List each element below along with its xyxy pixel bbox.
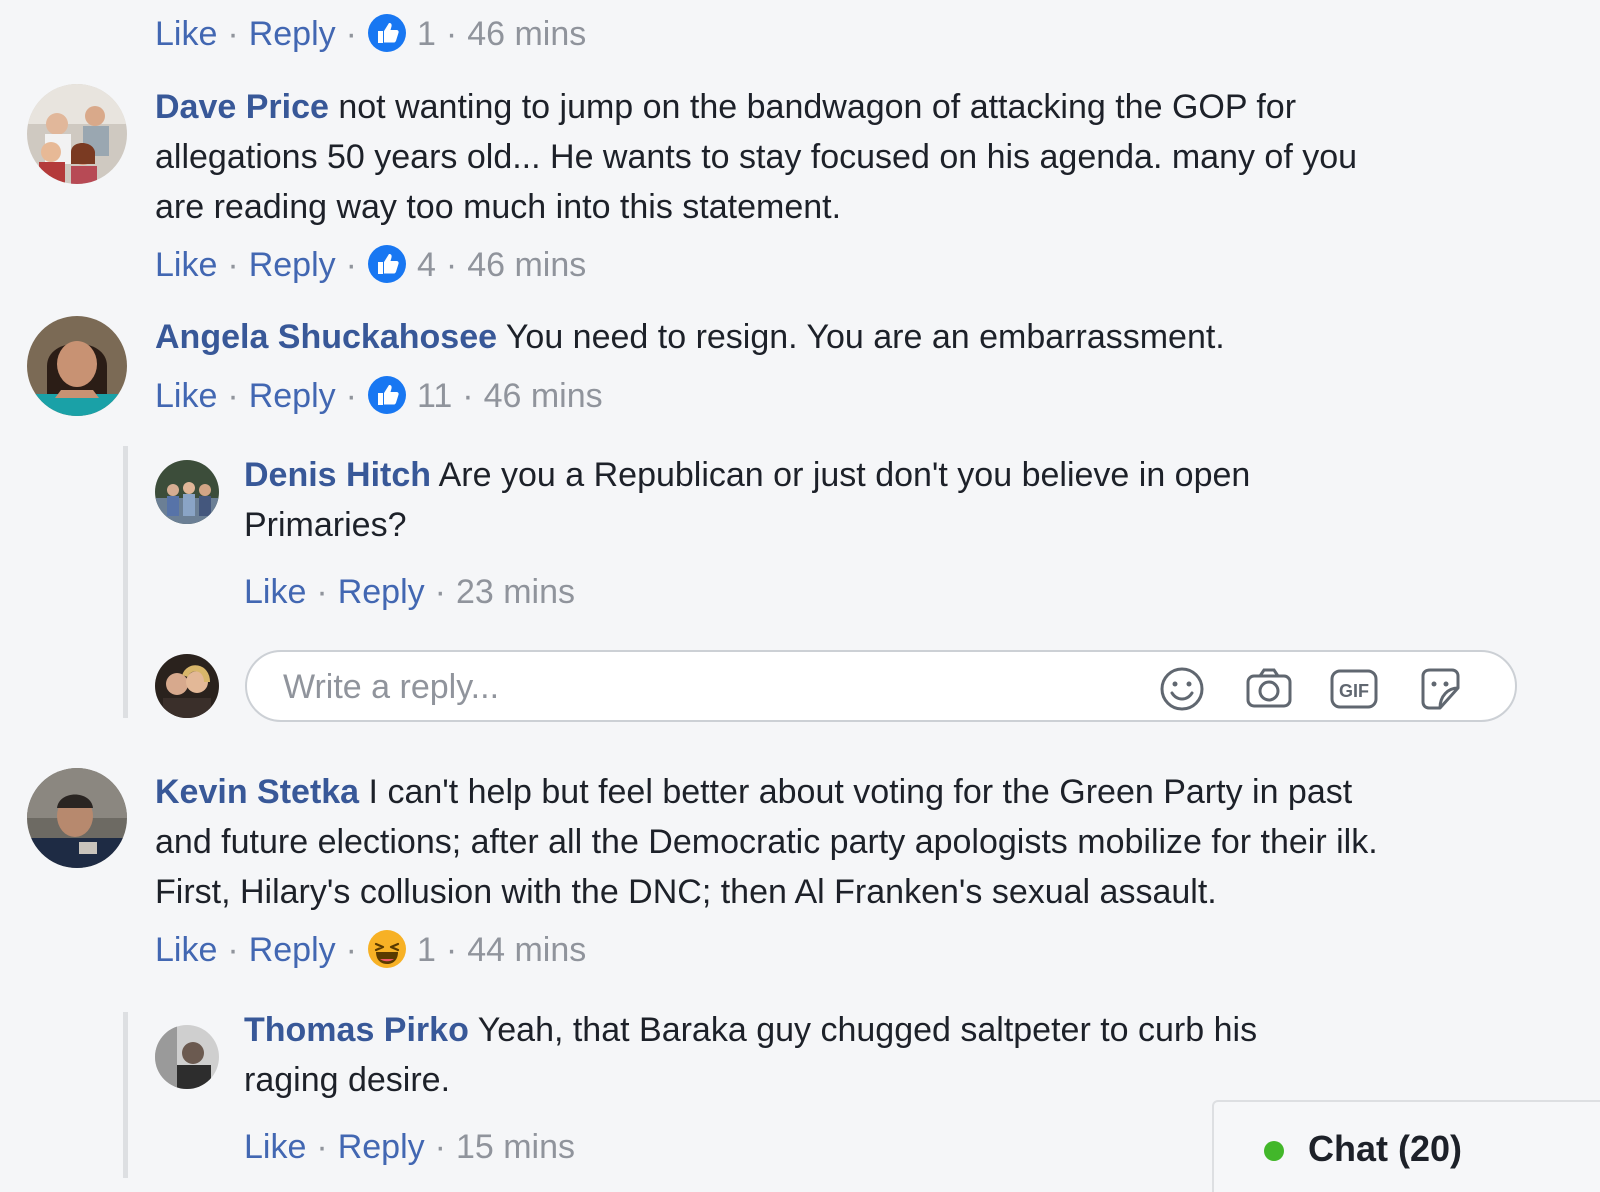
avatar[interactable]	[155, 460, 219, 524]
comment-time[interactable]: 23 mins	[456, 573, 575, 611]
comment-author[interactable]: Angela Shuckahosee	[155, 318, 497, 356]
comment-text-line: Kevin Stetka I can't help but feel bette…	[155, 767, 1352, 817]
like-link[interactable]: Like	[244, 573, 306, 611]
comment-time[interactable]: 46 mins	[484, 377, 603, 415]
like-link[interactable]: Like	[155, 377, 217, 415]
reaction-count: 11	[416, 377, 453, 415]
avatar[interactable]	[27, 316, 127, 416]
comment-author[interactable]: Kevin Stetka	[155, 773, 359, 811]
comment-actions: Like · Reply · 23 mins	[244, 573, 576, 611]
reply-link[interactable]: Reply	[249, 246, 336, 284]
comment-text: I can't help but feel better about votin…	[368, 773, 1353, 811]
like-link[interactable]: Like	[155, 246, 217, 284]
reply-link[interactable]: Reply	[249, 931, 336, 969]
gif-label: GIF	[1339, 681, 1369, 701]
comment-author[interactable]: Dave Price	[155, 88, 329, 126]
comment-text: Are you a Republican or just don't you b…	[438, 456, 1251, 494]
like-link[interactable]: Like	[155, 931, 217, 969]
comment-actions: Like · Reply · 1 · 46 mins	[155, 13, 587, 53]
chat-label: Chat (20)	[1308, 1128, 1463, 1169]
gif-icon[interactable]: GIF	[1329, 664, 1379, 714]
comment-time[interactable]: 15 mins	[456, 1128, 575, 1166]
comment-author[interactable]: Denis Hitch	[244, 456, 431, 494]
like-reaction-icon[interactable]	[367, 375, 407, 415]
comment-actions: Like · Reply · 15 mins	[244, 1128, 576, 1166]
reply-link[interactable]: Reply	[249, 15, 336, 53]
comment-text-line: are reading way too much into this state…	[155, 188, 842, 226]
comment-text: You need to resign. You are an embarrass…	[505, 318, 1225, 356]
comment-text-line: Angela Shuckahosee You need to resign. Y…	[155, 312, 1225, 362]
reaction-count: 1	[416, 15, 436, 53]
comment-author[interactable]: Thomas Pirko	[244, 1011, 469, 1049]
sticker-icon[interactable]	[1415, 664, 1465, 714]
haha-reaction-icon[interactable]	[367, 929, 407, 969]
like-link[interactable]: Like	[244, 1128, 306, 1166]
comment-text: Yeah, that Baraka guy chugged saltpeter …	[477, 1011, 1258, 1049]
like-reaction-icon[interactable]	[367, 244, 407, 284]
reaction-count: 4	[416, 246, 436, 284]
comment-time[interactable]: 46 mins	[467, 246, 586, 284]
avatar[interactable]	[27, 768, 127, 868]
chat-tab[interactable]: Chat (20)	[1212, 1100, 1600, 1192]
comment-text-line: Dave Price not wanting to jump on the ba…	[155, 82, 1296, 132]
reply-link[interactable]: Reply	[249, 377, 336, 415]
avatar[interactable]	[27, 84, 127, 184]
emoji-icon[interactable]	[1157, 664, 1207, 714]
comment-actions: Like · Reply · 11 · 46 mins	[155, 375, 603, 415]
comment-text-line: First, Hilary's collusion with the DNC; …	[155, 873, 1217, 911]
comment-text-line: allegations 50 years old... He wants to …	[155, 138, 1358, 176]
comment-text: not wanting to jump on the bandwagon of …	[338, 88, 1297, 126]
avatar[interactable]	[155, 1025, 219, 1089]
like-link[interactable]: Like	[155, 15, 217, 53]
like-reaction-icon[interactable]	[367, 13, 407, 53]
comment-text-line: Thomas Pirko Yeah, that Baraka guy chugg…	[244, 1005, 1257, 1055]
comment-text-line: and future elections; after all the Demo…	[155, 823, 1378, 861]
comment-text-line: Denis Hitch Are you a Republican or just…	[244, 450, 1250, 500]
camera-icon[interactable]	[1244, 664, 1294, 714]
comment-text-line: raging desire.	[244, 1061, 451, 1099]
reply-thread-line	[123, 446, 128, 718]
comment-time[interactable]: 46 mins	[467, 15, 586, 53]
current-user-avatar	[155, 654, 219, 718]
comment-actions: Like · Reply · 4 · 46 mins	[155, 244, 587, 284]
reply-input[interactable]	[281, 662, 1105, 712]
comment-actions: Like · Reply · 1 · 44 mins	[155, 929, 587, 969]
comment-text-line: Primaries?	[244, 506, 407, 544]
reply-thread-line	[123, 1012, 128, 1178]
online-status-icon	[1264, 1141, 1284, 1161]
comment-time[interactable]: 44 mins	[467, 931, 586, 969]
reply-link[interactable]: Reply	[338, 573, 425, 611]
reply-link[interactable]: Reply	[338, 1128, 425, 1166]
reply-composer[interactable]: GIF	[245, 650, 1517, 722]
reaction-count: 1	[416, 931, 436, 969]
